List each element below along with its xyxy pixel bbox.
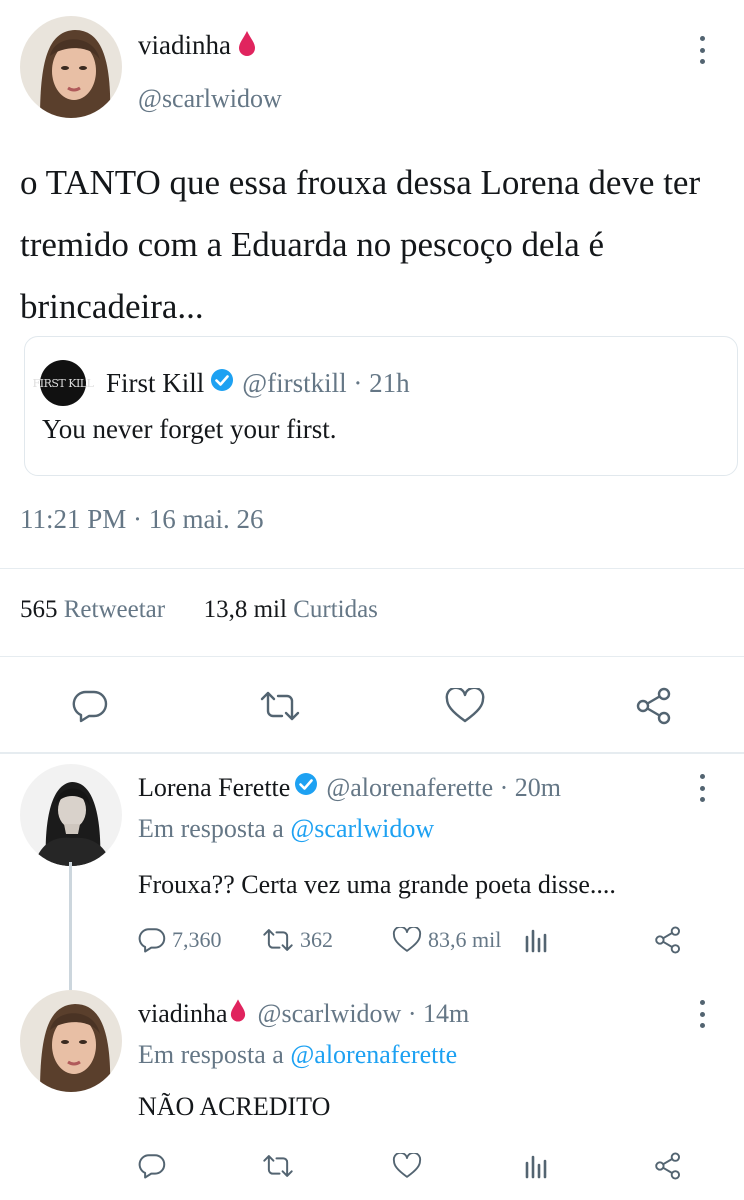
retweet-button[interactable] — [262, 1153, 392, 1179]
divider — [0, 752, 744, 754]
first-kill-logo[interactable]: FIRST KILL — [33, 360, 94, 406]
quoted-handle-time: @firstkill · 21h — [242, 367, 410, 398]
reply-author-avatar[interactable] — [20, 990, 122, 1092]
quoted-tweet-text: You never forget your first. — [42, 414, 337, 444]
more-options-icon[interactable] — [696, 1000, 708, 1028]
retweet-count: 362 — [300, 927, 333, 952]
retweet-icon — [263, 1155, 293, 1177]
reply-to-mention[interactable]: @scarlwidow — [290, 814, 434, 843]
retweet-button[interactable]: 362 — [262, 927, 392, 953]
author-name[interactable]: viadinha — [138, 30, 256, 63]
quoted-display-name[interactable]: First Kill — [106, 368, 204, 399]
more-options-icon[interactable] — [696, 774, 708, 802]
reply-icon — [138, 1154, 166, 1179]
share-icon[interactable] — [634, 686, 674, 726]
likes-stat[interactable]: 13,8 mil Curtidas — [204, 596, 378, 623]
reply-to-mention[interactable]: @alorenaferette — [290, 1040, 457, 1069]
thread-connector-line — [69, 862, 72, 990]
reply-handle-time: @scarlwidow · 14m — [257, 998, 470, 1028]
reply-display-name[interactable]: viadinha — [138, 999, 228, 1029]
tweet-timestamp[interactable]: 11:21 PM · 16 mai. 26 — [20, 504, 264, 535]
share-button[interactable] — [654, 1152, 682, 1180]
like-button[interactable] — [392, 1153, 524, 1179]
analytics-button[interactable] — [524, 1153, 654, 1179]
verified-badge-icon — [210, 368, 234, 399]
like-button[interactable]: 83,6 mil — [392, 927, 524, 953]
reply-button[interactable] — [138, 1153, 262, 1179]
blood-drop-icon — [230, 998, 246, 1029]
reply-icon — [138, 928, 166, 953]
reply-author-avatar[interactable] — [20, 764, 122, 866]
analytics-button[interactable] — [524, 927, 654, 953]
engagement-stats: 565 Retweetar 13,8 mil Curtidas — [20, 596, 378, 624]
author-display-name[interactable]: viadinha — [138, 30, 231, 60]
like-count: 83,6 mil — [428, 927, 502, 952]
reply-text: NÃO ACREDITO — [138, 1092, 331, 1121]
reply-context: Em resposta a @alorenaferette — [138, 1040, 458, 1069]
reply-header: Lorena Ferette @alorenaferette · 20m — [138, 772, 561, 803]
like-icon — [392, 1153, 422, 1178]
quoted-tweet-header: FIRST KILL First Kill @firstkill · 21h — [33, 360, 410, 406]
analytics-icon — [525, 1155, 547, 1179]
blood-drop-icon — [238, 30, 256, 63]
reply-action-bar: 7,360 362 83,6 mil — [138, 926, 698, 954]
divider — [0, 656, 744, 657]
author-handle[interactable]: @scarlwidow — [138, 84, 282, 114]
reply-count: 7,360 — [172, 927, 222, 952]
share-icon — [655, 926, 681, 954]
retweet-icon — [263, 929, 293, 951]
share-button[interactable] — [654, 926, 682, 954]
retweets-stat[interactable]: 565 Retweetar — [20, 596, 165, 623]
reply-action-bar — [138, 1152, 698, 1180]
like-icon — [392, 927, 422, 952]
share-icon — [655, 1152, 681, 1180]
like-icon[interactable] — [444, 686, 486, 726]
quoted-tweet-card[interactable] — [24, 336, 738, 476]
reply-display-name[interactable]: Lorena Ferette — [138, 773, 290, 803]
reply-icon[interactable] — [70, 686, 110, 726]
reply-text: Frouxa?? Certa vez uma grande poeta diss… — [138, 870, 616, 899]
divider — [0, 568, 744, 569]
verified-badge-icon — [294, 772, 318, 803]
reply-context: Em resposta a @scarlwidow — [138, 814, 435, 843]
more-options-icon[interactable] — [696, 36, 708, 64]
tweet-text: o TANTO que essa frouxa dessa Lorena dev… — [20, 163, 701, 326]
retweet-icon[interactable] — [258, 686, 302, 726]
reply-button[interactable]: 7,360 — [138, 927, 262, 953]
author-avatar[interactable] — [20, 16, 122, 118]
reply-header: viadinha @scarlwidow · 14m — [138, 998, 469, 1029]
reply-handle-time: @alorenaferette · 20m — [326, 772, 562, 802]
analytics-icon — [525, 929, 547, 953]
